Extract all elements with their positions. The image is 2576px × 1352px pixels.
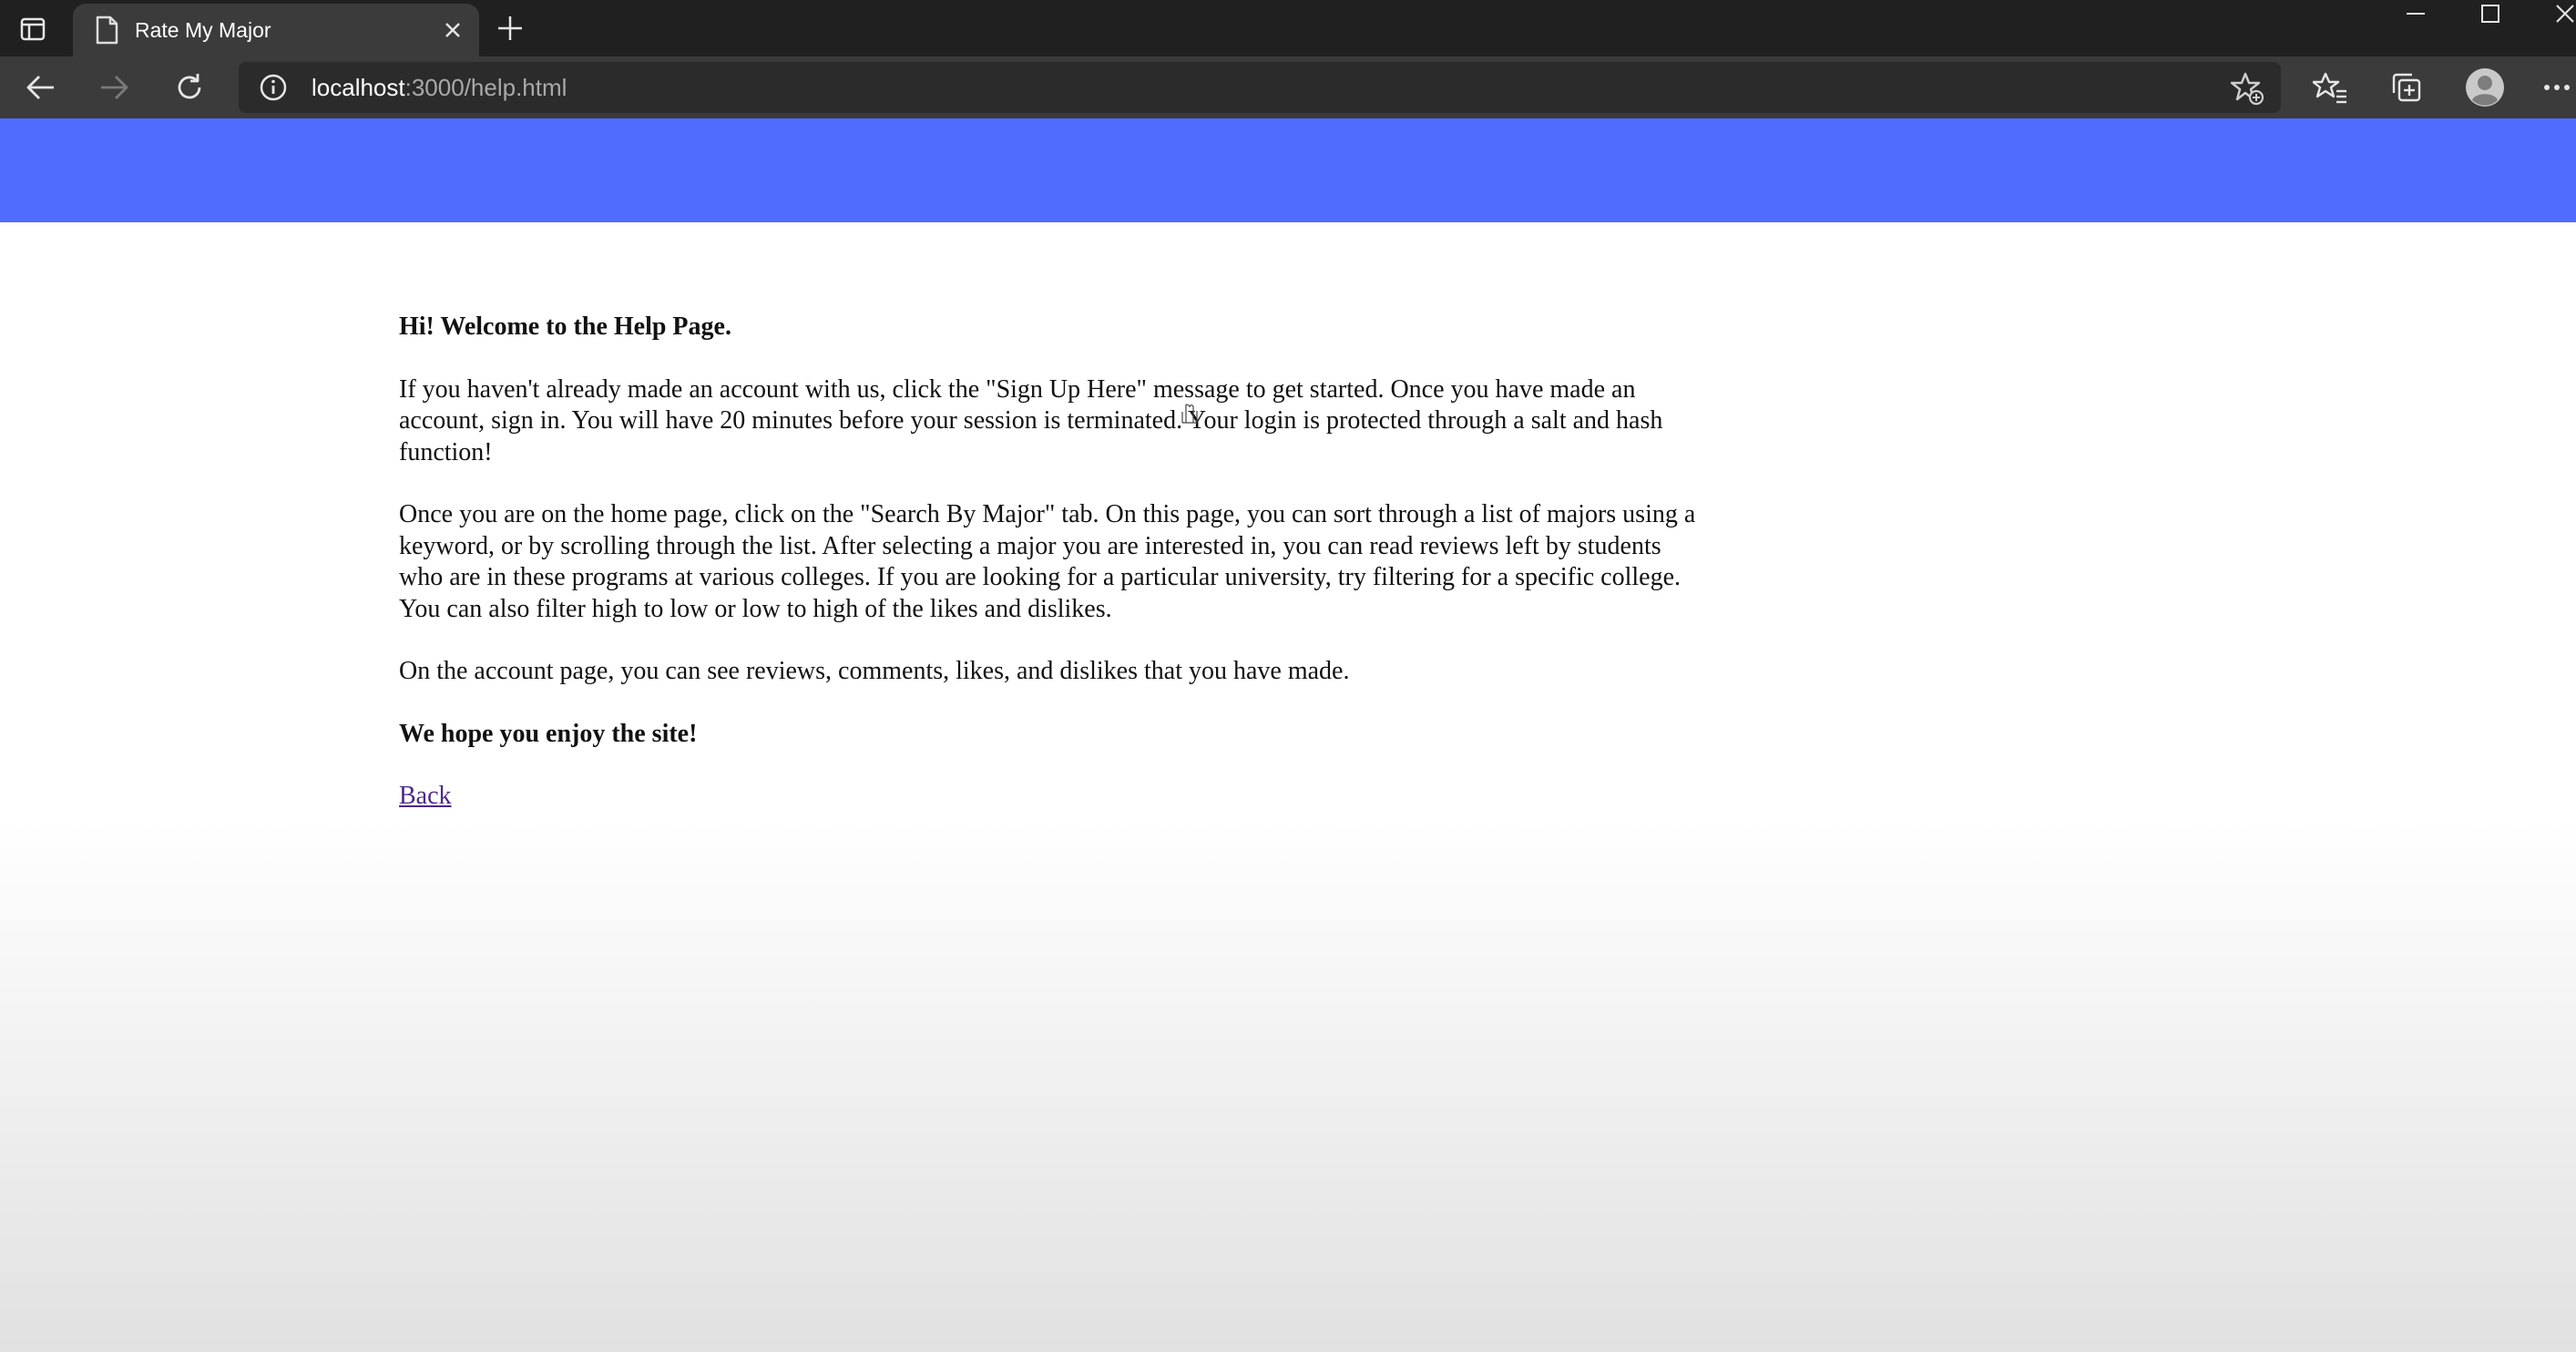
profile-icon[interactable]: [2465, 67, 2505, 108]
refresh-icon[interactable]: [169, 67, 210, 108]
welcome-heading: Hi! Welcome to the Help Page.: [399, 312, 731, 341]
help-content: Hi! Welcome to the Help Page. If you hav…: [399, 312, 1711, 844]
mouse-cursor-icon: [1181, 403, 1201, 434]
browser-titlebar: Rate My Major: [0, 0, 2576, 56]
url-host: localhost: [312, 74, 405, 101]
favorites-icon[interactable]: [2310, 67, 2350, 108]
search-paragraph: Once you are on the home page, click on …: [399, 500, 1696, 623]
page-fade-overlay: [0, 820, 2576, 1352]
plus-icon[interactable]: [493, 11, 527, 46]
forward-arrow-icon[interactable]: [95, 67, 135, 108]
window-close-icon[interactable]: [2529, 0, 2576, 27]
browser-tab[interactable]: Rate My Major: [73, 4, 479, 56]
close-icon[interactable]: [439, 16, 466, 44]
url-path: :3000/help.html: [404, 74, 567, 101]
address-bar[interactable]: localhost:3000/help.html: [239, 62, 2281, 113]
tab-title: Rate My Major: [135, 18, 271, 42]
back-link[interactable]: Back: [399, 782, 452, 810]
account-paragraph: On the account page, you can see reviews…: [399, 657, 1350, 685]
browser-toolbar: localhost:3000/help.html: [0, 56, 2576, 118]
back-arrow-icon[interactable]: [20, 67, 60, 108]
info-icon[interactable]: [259, 73, 288, 102]
more-icon[interactable]: [2541, 67, 2576, 108]
url-text: localhost:3000/help.html: [312, 73, 567, 102]
maximize-icon[interactable]: [2454, 0, 2527, 27]
tab-actions-icon[interactable]: [16, 13, 49, 46]
signup-paragraph: If you haven't already made an account w…: [399, 374, 1663, 466]
collections-icon[interactable]: [2387, 67, 2427, 108]
closing-message: We hope you enjoy the site!: [399, 719, 698, 748]
page-header-banner: [0, 118, 2576, 222]
minimize-icon[interactable]: [2379, 0, 2452, 27]
star-plus-icon[interactable]: [2230, 71, 2264, 106]
page-icon: [93, 15, 120, 45]
